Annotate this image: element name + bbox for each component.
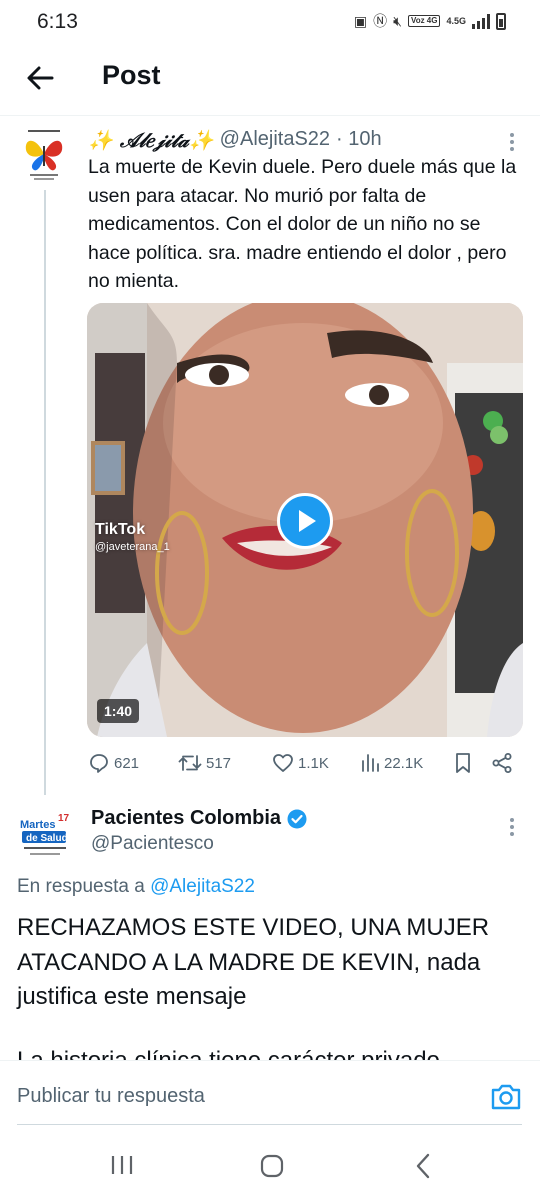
thread-connector-line [44, 190, 46, 795]
comment-icon [90, 754, 108, 773]
tweet-text: La muerte de Kevin duele. Pero duele más… [88, 156, 517, 292]
reply-context: En respuesta a @AlejitaS22 [17, 876, 255, 898]
signal-icon [472, 13, 490, 29]
reply-author-name-row[interactable]: Pacientes Colombia [91, 807, 307, 830]
reply-prefix: En respuesta a [17, 876, 145, 897]
play-button[interactable] [277, 493, 333, 549]
reply-input[interactable]: Publicar tu respuesta [17, 1085, 205, 1108]
tweet-actions: 621 517 1.1K 22.1K [88, 750, 524, 776]
reply-text: RECHAZAMOS ESTE VIDEO, UNA MUJER ATACAND… [17, 914, 490, 1010]
recents-icon [111, 1156, 133, 1174]
post-time: · 10h [336, 128, 382, 150]
share-button[interactable] [491, 750, 513, 776]
system-nav-bar [0, 1130, 540, 1199]
logo-badge-text: 17 [58, 813, 70, 824]
camera-icon [491, 1084, 521, 1110]
reply-author-name: Pacientes Colombia [91, 807, 282, 829]
logo-martes-text: Martes [20, 819, 55, 831]
nfc-icon: Ⓝ [373, 13, 388, 29]
more-vertical-icon [510, 818, 514, 836]
app-header: Post [0, 44, 540, 116]
views-button[interactable]: 22.1K [360, 750, 423, 776]
status-icons: ▣ Ⓝ 🔇︎ Voz 4G 4.5G [354, 12, 506, 30]
chevron-left-icon [416, 1153, 430, 1179]
reply-button[interactable]: 621 [88, 750, 139, 776]
more-vertical-icon [510, 133, 514, 151]
tiktok-username: @javeterana_1 [95, 541, 170, 553]
avatar-alejitas22[interactable] [18, 124, 70, 184]
home-icon [260, 1154, 284, 1178]
network-type-icon: Voz 4G [407, 15, 441, 27]
repost-icon [178, 755, 202, 771]
home-button[interactable] [260, 1154, 284, 1178]
verified-badge-icon [287, 809, 307, 828]
arrow-left-icon [27, 66, 54, 90]
reply-composer: Publicar tu respuesta [0, 1060, 540, 1126]
status-time: 6:13 [37, 10, 78, 33]
heart-icon [273, 754, 293, 772]
like-count: 1.1K [298, 754, 329, 772]
back-button[interactable] [22, 60, 58, 96]
pacientes-colombia-logo: Martes 17 de Salud [20, 813, 70, 855]
page-title: Post [102, 60, 161, 90]
butterfly-logo-icon [25, 130, 63, 180]
mute-icon: 🔇︎ [393, 13, 402, 29]
author-name[interactable]: ✨ 𝒜𝓁𝑒𝒿𝒾𝓉𝒶✨ [88, 128, 214, 152]
view-count: 22.1K [384, 754, 424, 772]
tweet-header: ✨ 𝒜𝓁𝑒𝒿𝒾𝓉𝒶✨ @AlejitaS22 · 10h [88, 128, 382, 152]
reply-more-options-button[interactable] [504, 815, 520, 839]
data-speed-icon: 4.5G [446, 15, 466, 26]
repost-button[interactable]: 517 [178, 750, 231, 776]
reply-text-cutoff: La historia clínica tiene carácter priva… [17, 1044, 522, 1060]
notification-icon: ▣ [353, 13, 368, 29]
system-back-button[interactable] [414, 1152, 432, 1180]
status-bar: 6:13 ▣ Ⓝ 🔇︎ Voz 4G 4.5G [0, 0, 540, 44]
author-handle[interactable]: @AlejitaS22 [220, 128, 330, 152]
more-options-button[interactable] [504, 130, 520, 154]
avatar-pacientesco[interactable]: Martes 17 de Salud [18, 810, 72, 860]
like-button[interactable]: 1.1K [272, 750, 329, 776]
reply-author-handle[interactable]: @Pacientesco [91, 833, 214, 855]
bookmark-button[interactable] [454, 750, 472, 776]
video-player[interactable]: TikTok @javeterana_1 1:40 [87, 303, 523, 737]
logo-salud-text: de Salud [26, 833, 68, 844]
camera-button[interactable] [490, 1082, 522, 1112]
play-icon [299, 510, 316, 532]
battery-icon [496, 12, 506, 30]
composer-divider [17, 1124, 522, 1125]
share-icon [492, 753, 512, 773]
bookmark-icon [456, 753, 470, 773]
reply-count: 621 [114, 754, 140, 772]
video-duration: 1:40 [97, 699, 140, 723]
recents-button[interactable] [110, 1154, 134, 1176]
reply-mention-link[interactable]: @AlejitaS22 [150, 876, 255, 897]
tiktok-watermark: TikTok [95, 521, 146, 538]
views-chart-icon [362, 754, 379, 772]
repost-count: 517 [206, 754, 232, 772]
